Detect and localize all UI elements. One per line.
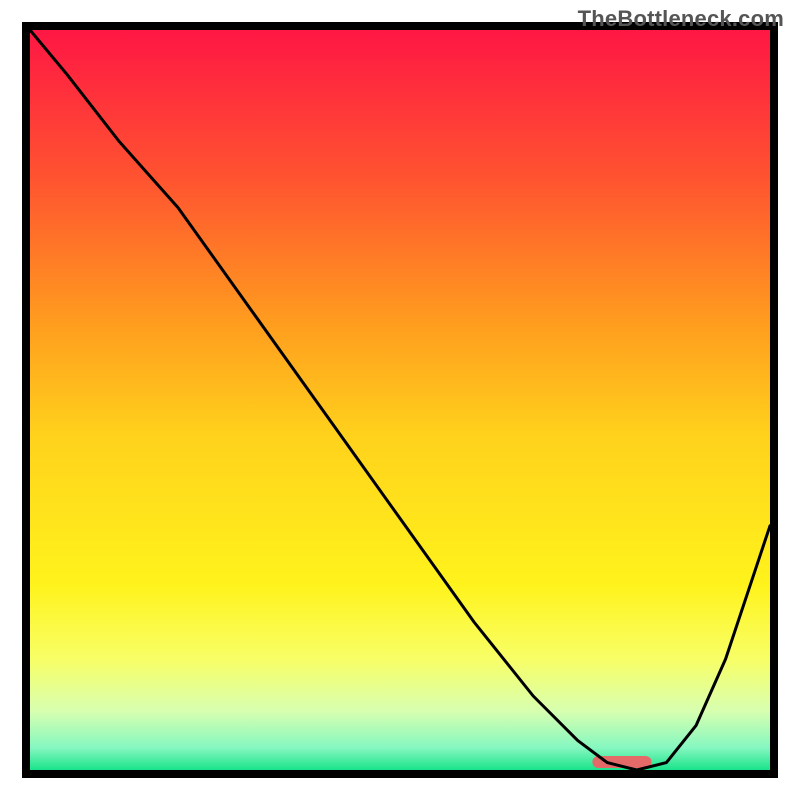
watermark-label: TheBottleneck.com (578, 6, 784, 32)
chart-container: TheBottleneck.com (0, 0, 800, 800)
chart-background (30, 30, 770, 770)
bottleneck-chart (0, 0, 800, 800)
